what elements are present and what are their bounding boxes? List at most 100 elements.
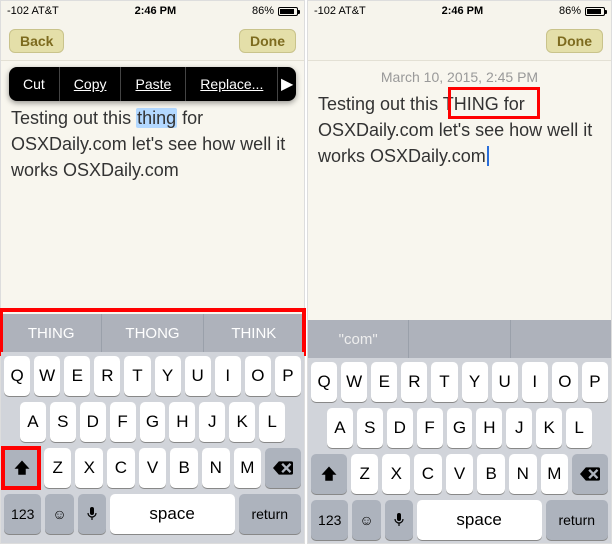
key-x[interactable]: X [382, 454, 410, 494]
key-j[interactable]: J [506, 408, 532, 448]
phone-right: -102 AT&T 2:46 PM 86% Back Done March 10… [307, 0, 612, 544]
key-l[interactable]: L [566, 408, 592, 448]
key-l[interactable]: L [259, 402, 285, 442]
key-q[interactable]: Q [311, 362, 337, 402]
backspace-icon [273, 461, 293, 475]
key-o[interactable]: O [245, 356, 271, 396]
battery-percent: 86% [252, 5, 274, 17]
key-f[interactable]: F [417, 408, 443, 448]
suggestion-2[interactable]: THONG [102, 314, 203, 352]
key-b[interactable]: B [477, 454, 505, 494]
key-n[interactable]: N [202, 448, 230, 488]
return-key[interactable]: return [239, 494, 301, 534]
key-h[interactable]: H [476, 408, 502, 448]
key-d[interactable]: D [80, 402, 106, 442]
context-copy[interactable]: Copy [60, 67, 122, 101]
key-i[interactable]: I [522, 362, 548, 402]
shift-key[interactable] [4, 448, 40, 488]
key-p[interactable]: P [582, 362, 608, 402]
kb-row-4: 123 ☺ space return [4, 494, 301, 534]
key-g[interactable]: G [140, 402, 166, 442]
key-y[interactable]: Y [155, 356, 181, 396]
suggestion-3[interactable] [511, 320, 611, 358]
key-d[interactable]: D [387, 408, 413, 448]
key-q[interactable]: Q [4, 356, 30, 396]
text-cursor [487, 146, 489, 166]
note-content[interactable]: Cut Copy Paste Replace... ▶ Testing out … [1, 61, 304, 314]
shift-up-icon [13, 459, 31, 477]
key-m[interactable]: M [541, 454, 569, 494]
key-k[interactable]: K [536, 408, 562, 448]
key-o[interactable]: O [552, 362, 578, 402]
emoji-key[interactable]: ☺ [45, 494, 73, 534]
context-replace[interactable]: Replace... [186, 67, 278, 101]
key-g[interactable]: G [447, 408, 473, 448]
shift-key[interactable] [311, 454, 347, 494]
note-text[interactable]: Testing out this thing for OSXDaily.com … [11, 105, 294, 183]
key-i[interactable]: I [215, 356, 241, 396]
numbers-key[interactable]: 123 [4, 494, 41, 534]
key-n[interactable]: N [509, 454, 537, 494]
key-e[interactable]: E [64, 356, 90, 396]
key-k[interactable]: K [229, 402, 255, 442]
note-content[interactable]: March 10, 2015, 2:45 PM Testing out this… [308, 61, 611, 320]
mic-key[interactable] [385, 500, 413, 540]
key-j[interactable]: J [199, 402, 225, 442]
key-t[interactable]: T [431, 362, 457, 402]
backspace-key[interactable] [265, 448, 301, 488]
key-p[interactable]: P [275, 356, 301, 396]
note-prefix: Testing out this [318, 94, 443, 114]
note-text[interactable]: Testing out this THING for OSXDaily.com … [318, 91, 601, 169]
key-c[interactable]: C [414, 454, 442, 494]
key-b[interactable]: B [170, 448, 198, 488]
phone-left: -102 AT&T 2:46 PM 86% Back Done Cut Copy… [0, 0, 305, 544]
key-a[interactable]: A [327, 408, 353, 448]
key-w[interactable]: W [34, 356, 60, 396]
emoji-key[interactable]: ☺ [352, 500, 380, 540]
key-c[interactable]: C [107, 448, 135, 488]
status-time: 2:46 PM [442, 5, 484, 17]
context-paste[interactable]: Paste [121, 67, 186, 101]
key-v[interactable]: V [139, 448, 167, 488]
return-key[interactable]: return [546, 500, 608, 540]
key-z[interactable]: Z [44, 448, 72, 488]
key-u[interactable]: U [185, 356, 211, 396]
nav-bar: Back Done [1, 21, 304, 61]
done-button[interactable]: Done [546, 29, 603, 53]
suggestion-3[interactable]: THINK [204, 314, 304, 352]
suggestion-1[interactable]: THING [1, 314, 102, 352]
key-z[interactable]: Z [351, 454, 379, 494]
back-button[interactable]: Back [9, 29, 64, 53]
context-more-icon[interactable]: ▶ [278, 67, 296, 101]
kb-row-2: A S D F G H J K L [311, 408, 608, 448]
key-f[interactable]: F [110, 402, 136, 442]
kb-row-4: 123 ☺ space return [311, 500, 608, 540]
key-h[interactable]: H [169, 402, 195, 442]
key-r[interactable]: R [401, 362, 427, 402]
key-w[interactable]: W [341, 362, 367, 402]
key-x[interactable]: X [75, 448, 103, 488]
suggestion-2[interactable] [409, 320, 510, 358]
key-v[interactable]: V [446, 454, 474, 494]
battery-icon [278, 7, 298, 16]
space-key[interactable]: space [417, 500, 542, 540]
note-prefix: Testing out this [11, 108, 136, 128]
numbers-key[interactable]: 123 [311, 500, 348, 540]
key-u[interactable]: U [492, 362, 518, 402]
suggestion-1[interactable]: "com" [308, 320, 409, 358]
done-button[interactable]: Done [239, 29, 296, 53]
key-e[interactable]: E [371, 362, 397, 402]
key-t[interactable]: T [124, 356, 150, 396]
context-cut[interactable]: Cut [9, 67, 60, 101]
mic-key[interactable] [78, 494, 106, 534]
selected-text[interactable]: thing [136, 108, 177, 128]
key-s[interactable]: S [357, 408, 383, 448]
key-m[interactable]: M [234, 448, 262, 488]
key-a[interactable]: A [20, 402, 46, 442]
keyboard: Q W E R T Y U I O P A S D F G [308, 358, 611, 543]
key-y[interactable]: Y [462, 362, 488, 402]
key-r[interactable]: R [94, 356, 120, 396]
space-key[interactable]: space [110, 494, 235, 534]
backspace-key[interactable] [572, 454, 608, 494]
key-s[interactable]: S [50, 402, 76, 442]
